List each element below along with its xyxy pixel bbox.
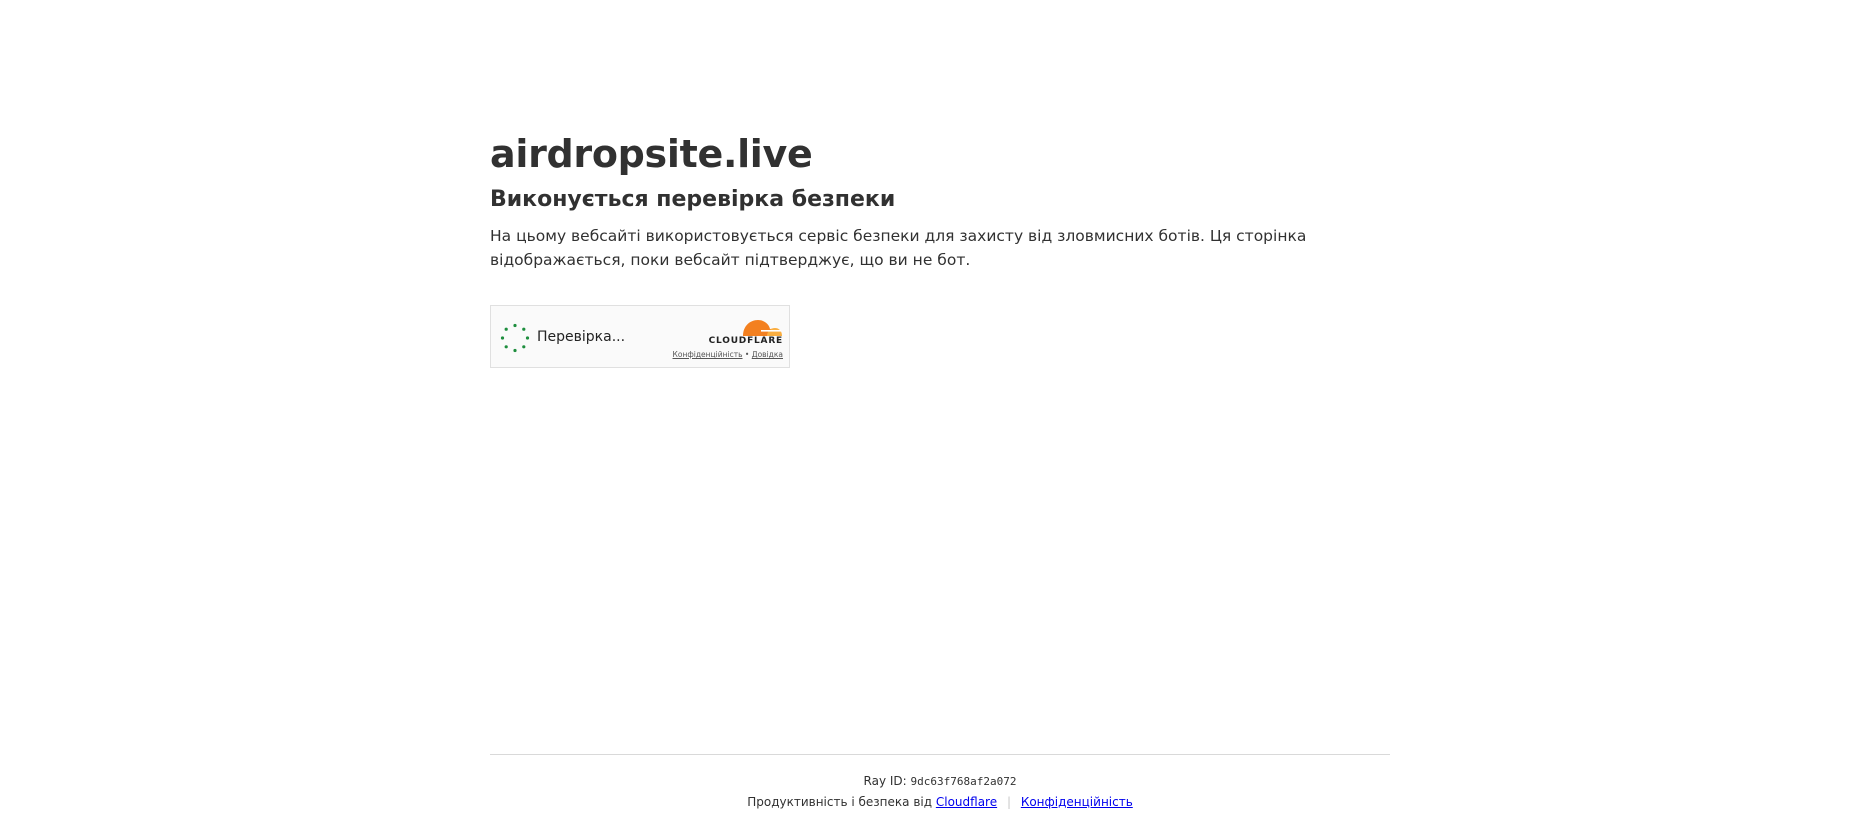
- site-title: airdropsite.live: [490, 132, 813, 176]
- footer-divider: [490, 754, 1390, 755]
- widget-privacy-link[interactable]: Конфіденційність: [673, 350, 743, 359]
- ray-id-value: 9dc63f768af2a072: [910, 775, 1017, 788]
- widget-link-separator: •: [744, 350, 750, 359]
- ray-id-line: Ray ID: 9dc63f768af2a072: [490, 772, 1390, 791]
- ray-id-label: Ray ID:: [863, 774, 907, 788]
- verification-status: Перевірка...: [537, 329, 626, 345]
- footer-separator: |: [1006, 795, 1011, 809]
- footer: Ray ID: 9dc63f768af2a072 Продуктивність …: [490, 772, 1390, 811]
- challenge-page: airdropsite.live Виконується перевірка б…: [0, 0, 1870, 818]
- performance-text: Продуктивність і безпека від: [747, 795, 933, 809]
- loading-dots-icon: [500, 323, 530, 353]
- performance-line: Продуктивність і безпека від Cloudflare …: [490, 793, 1390, 811]
- cloudflare-wordmark: CLOUDFLARE: [708, 336, 783, 346]
- main-content: airdropsite.live Виконується перевірка б…: [490, 130, 1390, 272]
- cloudflare-link[interactable]: Cloudflare: [936, 795, 997, 809]
- security-check-heading: Виконується перевірка безпеки: [490, 187, 896, 212]
- footer-privacy-link[interactable]: Конфіденційність: [1021, 795, 1133, 809]
- widget-help-link[interactable]: Довідка: [752, 350, 783, 359]
- widget-links: Конфіденційність • Довідка: [673, 350, 783, 359]
- security-description: На цьому вебсайті використовується серві…: [490, 227, 1307, 269]
- turnstile-widget[interactable]: Перевірка... CLOUDFLARE Конфіденційність…: [490, 305, 790, 368]
